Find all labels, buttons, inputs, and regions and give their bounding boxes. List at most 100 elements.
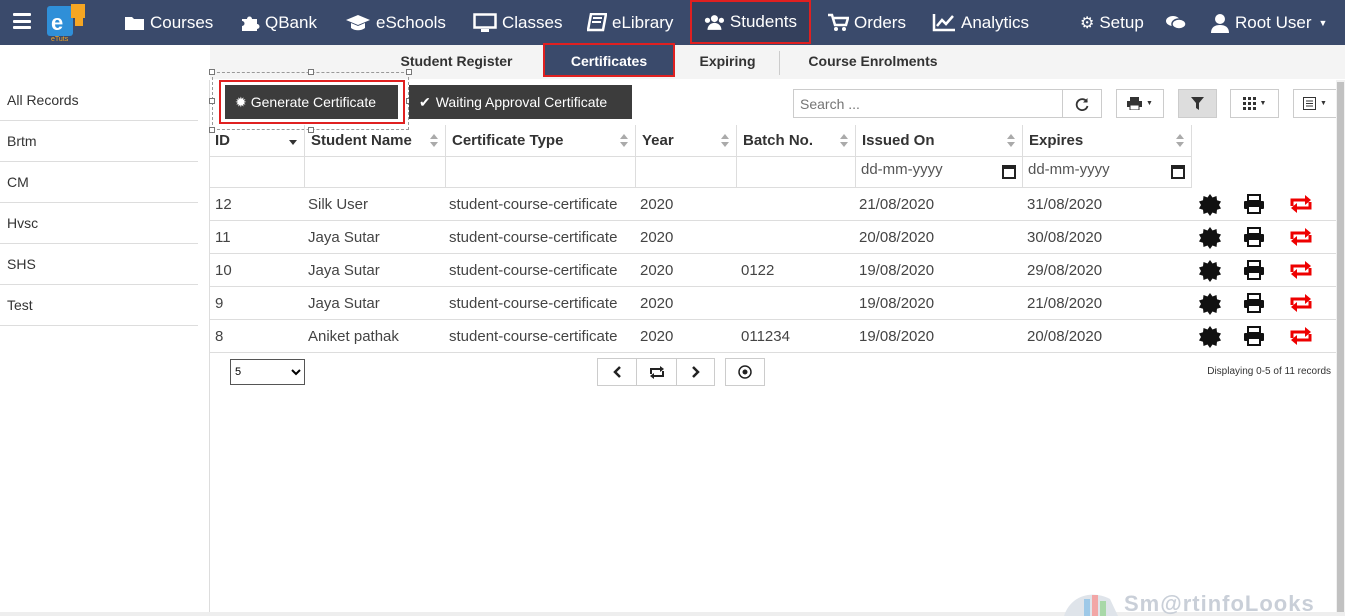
cell-certificate-type: student-course-certificate [449,229,618,246]
nav-elibrary[interactable]: eLibrary [587,0,673,45]
svg-text:e: e [51,10,63,35]
chat-button[interactable] [1165,0,1187,45]
tab-certificates[interactable]: Certificates [543,43,675,77]
print-dropdown-button[interactable]: ▼ [1116,89,1164,118]
nav-eschools[interactable]: eSchools [345,0,446,45]
next-page-button[interactable] [676,358,715,386]
nav-students-label: Students [729,12,797,31]
search-input[interactable] [793,89,1063,118]
column-header-student-name[interactable]: Student Name [305,125,446,157]
nav-classes[interactable]: Classes [473,0,562,45]
list-dropdown-button[interactable]: ▼ [1293,89,1336,118]
cell-id: 11 [215,229,231,246]
sidebar-item-all-records[interactable]: All Records [0,80,198,121]
issued-on-date-filter[interactable]: dd-mm-yyyy [857,161,1017,185]
print-icon[interactable] [1243,227,1265,252]
sidebar-item-hvsc[interactable]: Hvsc [0,203,198,244]
calendar-icon[interactable] [1171,165,1185,179]
gear-icon: ⚙ [1080,14,1095,32]
page-size-select[interactable]: 5 [230,359,305,385]
sort-icon [620,134,628,148]
column-header-batch-no[interactable]: Batch No. [737,125,856,157]
cell-certificate-type: student-course-certificate [449,196,618,213]
chevron-right-icon [691,366,700,378]
print-icon[interactable] [1243,260,1265,285]
cell-student-name: Jaya Sutar [308,295,380,312]
table-row[interactable]: 8 Aniket pathak student-course-certifica… [209,320,1336,353]
cell-batch-no [735,287,741,320]
nav-elibrary-label: eLibrary [612,12,674,32]
renew-icon[interactable] [1289,227,1313,252]
column-header-id[interactable]: ID [209,125,305,157]
sidebar-item-cm[interactable]: CM [0,162,198,203]
table-row[interactable]: 10 Jaya Sutar student-course-certificate… [209,254,1336,287]
nav-eschools-label: eSchools [376,12,446,32]
filter-cell [737,157,856,188]
resize-handle[interactable] [209,69,215,75]
table-row[interactable]: 9 Jaya Sutar student-course-certificate … [209,287,1336,320]
generate-certificate-button[interactable]: ✹ Generate Certificate [225,85,398,119]
tab-course-enrolments[interactable]: Course Enrolments [787,45,959,79]
folder-icon [125,17,144,30]
cell-student-name: Jaya Sutar [308,262,380,279]
refresh-button[interactable] [1062,89,1102,118]
cell-issued-on: 19/08/2020 [859,262,935,279]
goto-page-button[interactable] [725,358,765,386]
filter-toggle-button[interactable] [1178,89,1217,118]
nav-setup[interactable]: ⚙ Setup [1080,0,1144,45]
print-icon[interactable] [1243,326,1265,351]
target-icon [738,365,752,379]
column-header-issued-on[interactable]: Issued On [856,125,1023,157]
cell-student-name: Aniket pathak [308,328,399,345]
certificate-badge-icon[interactable] [1199,194,1221,221]
scrollbar-thumb[interactable] [1337,82,1344,612]
sidebar-item-test[interactable]: Test [0,285,198,326]
cell-student-name: Silk User [308,196,369,213]
check-icon: ✔ [419,93,431,110]
tab-expiring[interactable]: Expiring [676,45,779,79]
print-icon[interactable] [1243,293,1265,318]
columns-dropdown-button[interactable]: ▼ [1230,89,1279,118]
resize-handle[interactable] [209,98,215,104]
hamburger-menu-icon[interactable] [13,13,31,29]
certificate-badge-icon[interactable] [1199,293,1221,320]
certificate-badge-icon[interactable] [1199,227,1221,254]
column-header-expires[interactable]: Expires [1023,125,1192,157]
renew-icon[interactable] [1289,260,1313,285]
column-header-label: ID [215,132,230,149]
certificate-badge-icon[interactable] [1199,260,1221,287]
column-header-certificate-type[interactable]: Certificate Type [446,125,636,157]
column-header-year[interactable]: Year [636,125,737,157]
reload-page-button[interactable] [636,358,677,386]
resize-handle[interactable] [308,69,314,75]
expires-date-filter[interactable]: dd-mm-yyyy [1024,161,1184,185]
nav-orders[interactable]: Orders [827,0,906,45]
nav-courses[interactable]: Courses [124,0,213,45]
sidebar-item-shs[interactable]: SHS [0,244,198,285]
resize-handle[interactable] [406,69,412,75]
caret-down-icon: ▼ [1146,100,1153,107]
etuts-logo[interactable]: e eTuts [45,2,89,42]
table-row[interactable]: 11 Jaya Sutar student-course-certificate… [209,221,1336,254]
table-row[interactable]: 12 Silk User student-course-certificate … [209,188,1336,221]
user-menu[interactable]: Root User ▼ [1210,0,1327,45]
expires-filter-cell: dd-mm-yyyy [1023,157,1192,188]
renew-icon[interactable] [1289,194,1313,219]
renew-icon[interactable] [1289,326,1313,351]
certificate-badge-icon[interactable] [1199,326,1221,353]
svg-text:eTuts: eTuts [51,36,69,42]
nav-analytics[interactable]: Analytics [932,0,1029,45]
waiting-approval-button[interactable]: ✔ Waiting Approval Certificate [409,85,632,119]
sort-icon [1176,134,1184,148]
nav-students[interactable]: Students [690,0,811,44]
nav-qbank[interactable]: QBank [240,0,317,45]
cell-batch-no: 0122 [741,262,775,279]
column-header-label: Year [642,132,674,149]
print-icon[interactable] [1243,194,1265,219]
monitor-icon [473,12,497,32]
top-navbar: e eTuts Courses QBank eSchools Classes e… [0,0,1345,45]
sidebar-item-brtm[interactable]: Brtm [0,121,198,162]
renew-icon[interactable] [1289,293,1313,318]
prev-page-button[interactable] [597,358,637,386]
calendar-icon[interactable] [1002,165,1016,179]
